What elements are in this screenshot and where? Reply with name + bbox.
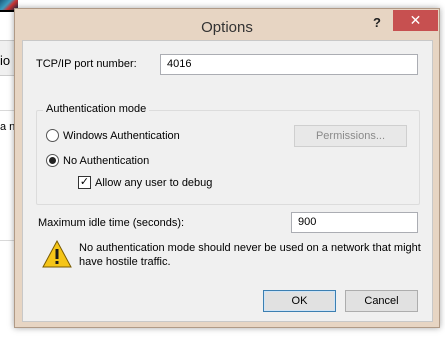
help-button[interactable]: ? [367, 13, 387, 33]
no-authentication-radio[interactable] [46, 154, 59, 167]
warning-text: No authentication mode should never be u… [79, 242, 421, 268]
dialog-body: TCP/IP port number: 4016 Authentication … [22, 40, 433, 322]
port-label: TCP/IP port number: [36, 58, 137, 70]
options-dialog: Options ? ✕ TCP/IP port number: 4016 Aut… [14, 8, 440, 328]
background-divider [0, 110, 14, 111]
background-text-fragment: a n [0, 121, 14, 133]
idle-time-label: Maximum idle time (seconds): [38, 217, 185, 229]
title-bar[interactable]: Options ? ✕ [15, 9, 439, 39]
port-input[interactable]: 4016 [160, 54, 418, 75]
windows-authentication-label[interactable]: Windows Authentication [63, 130, 180, 142]
allow-any-user-label[interactable]: Allow any user to debug [95, 177, 212, 189]
idle-time-input[interactable]: 900 [291, 212, 418, 233]
cancel-button[interactable]: Cancel [345, 290, 418, 312]
allow-any-user-checkbox[interactable]: ✓ [78, 176, 91, 189]
windows-authentication-radio[interactable] [46, 129, 59, 142]
no-authentication-label[interactable]: No Authentication [63, 155, 149, 167]
permissions-button[interactable]: Permissions... [294, 125, 407, 147]
ok-button[interactable]: OK [263, 290, 336, 312]
authentication-group-label: Authentication mode [43, 103, 150, 115]
background-divider [0, 240, 14, 241]
close-button[interactable]: ✕ [393, 10, 438, 31]
warning-triangle-icon [42, 240, 72, 268]
background-text-fragment: io [0, 53, 11, 68]
